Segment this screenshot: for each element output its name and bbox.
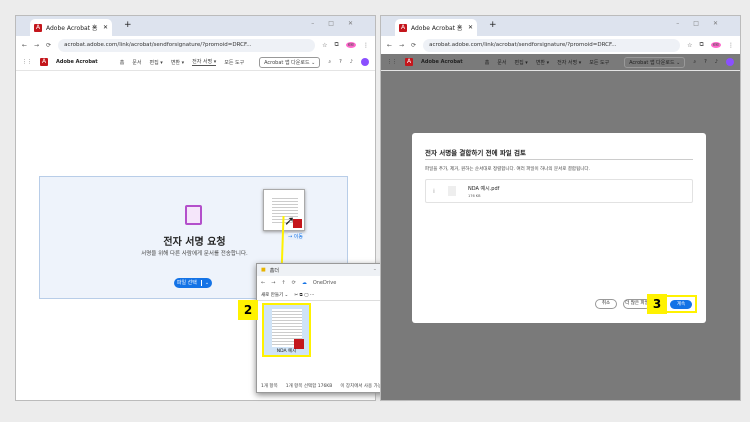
nav-home[interactable]: 홈 xyxy=(120,59,125,66)
nav-esign[interactable]: 전자 서명 ▾ xyxy=(192,58,217,66)
chevron-down-icon: ⌄ xyxy=(200,280,210,286)
folder-icon: ■ xyxy=(261,267,266,273)
brand-name: Adobe Acrobat xyxy=(56,59,98,65)
extensions-icon[interactable]: ⧉ xyxy=(335,41,339,49)
reload-icon[interactable]: ⟳ xyxy=(46,42,51,49)
download-app-button[interactable]: Acrobat 앱 다운로드 ⌄ xyxy=(259,56,321,68)
explorer-tab[interactable]: 홈더 xyxy=(270,267,279,274)
cursor-icon: ➚ xyxy=(284,214,295,229)
cancel-button[interactable]: 취소 xyxy=(595,299,617,309)
url-input[interactable]: acrobat.adobe.com/link/acrobat/sendforsi… xyxy=(423,38,681,52)
nav-all-tools[interactable]: 모든 도구 xyxy=(224,59,244,66)
nav-convert[interactable]: 변환 ▾ xyxy=(171,59,184,66)
select-file-button[interactable]: 파일 선택 ⌄ xyxy=(174,278,212,288)
profile-avatar[interactable]: ee xyxy=(345,42,356,48)
move-label: → 이동 xyxy=(288,233,303,240)
drag-handle-icon: ⁞ xyxy=(433,188,435,195)
tab-bar: A Adobe Acrobat 홈 ✕ + –□✕ xyxy=(16,16,375,36)
tab-acrobat[interactable]: A Adobe Acrobat 홈 ✕ xyxy=(395,19,477,36)
step-badge-2: 2 xyxy=(238,300,258,320)
bell-icon[interactable]: ♪ xyxy=(350,59,353,65)
star-icon[interactable]: ☆ xyxy=(322,42,327,49)
address-bar: ← → ⟳ acrobat.adobe.com/link/acrobat/sendf… xyxy=(16,36,375,54)
acrobat-nav: ⋮⋮ A Adobe Acrobat 홈 문서 편집 ▾ 변환 ▾ 전자 서명 ▾ 모든 도… xyxy=(16,54,375,71)
dialog-description: 파일을 추가, 제거, 원하는 순서대로 정렬합니다. 여러 파일이 하나의 문… xyxy=(425,167,590,172)
back-icon[interactable]: ← xyxy=(22,42,27,49)
file-size: 176 KB xyxy=(468,194,481,198)
menu-icon[interactable]: ⋮ xyxy=(363,42,369,49)
page-subtitle: 서명을 위해 다른 사람에게 문서를 전송합니다. xyxy=(141,251,248,257)
status-bar: 1개 항목 1개 항목 선택함 176KB 이 장치에서 사용 가능 xyxy=(261,384,382,389)
help-icon[interactable]: ? xyxy=(339,59,342,65)
nav-documents[interactable]: 문서 xyxy=(132,59,141,66)
user-avatar[interactable] xyxy=(361,58,369,66)
file-name: NDA 예시 xyxy=(276,349,297,354)
acrobat-logo-icon: A xyxy=(40,58,48,66)
window-controls[interactable]: –□✕ xyxy=(311,20,367,27)
forward-icon[interactable]: → xyxy=(34,42,39,49)
esign-document-icon xyxy=(185,205,202,225)
apps-grid-icon[interactable]: ⋮⋮ xyxy=(22,59,32,65)
tab-acrobat[interactable]: A Adobe Acrobat 홈 ✕ xyxy=(30,19,112,36)
nav-edit[interactable]: 편집 ▾ xyxy=(150,59,163,66)
dialog-title: 전자 서명을 결합하기 전에 파일 검토 xyxy=(425,149,527,157)
tab-title: Adobe Acrobat 홈 xyxy=(46,25,98,32)
new-tab-icon[interactable]: + xyxy=(124,20,132,30)
close-tab-icon[interactable]: ✕ xyxy=(103,24,108,31)
acrobat-logo-icon: A xyxy=(34,23,42,32)
file-row[interactable]: ⁞ NDA 예시.pdf 176 KB xyxy=(425,179,693,203)
file-name: NDA 예시.pdf xyxy=(468,186,500,192)
step-badge-3: 3 xyxy=(647,294,667,314)
location-breadcrumb[interactable]: OneDrive xyxy=(313,280,337,286)
new-button[interactable]: 새로 만들기 ⌄ xyxy=(261,292,288,298)
url-input[interactable]: acrobat.adobe.com/link/acrobat/sendforsi… xyxy=(58,38,316,52)
file-thumbnail-icon xyxy=(448,186,456,196)
continue-button[interactable]: 계속 xyxy=(670,300,692,309)
file-item-nda[interactable]: NDA 예시 xyxy=(262,303,311,357)
search-icon[interactable]: ⌕ xyxy=(328,59,331,65)
browser-window-right: A Adobe Acrobat 홈 ✕ + –□✕ ← → ⟳ acrobat.adobe.c… xyxy=(380,15,741,401)
